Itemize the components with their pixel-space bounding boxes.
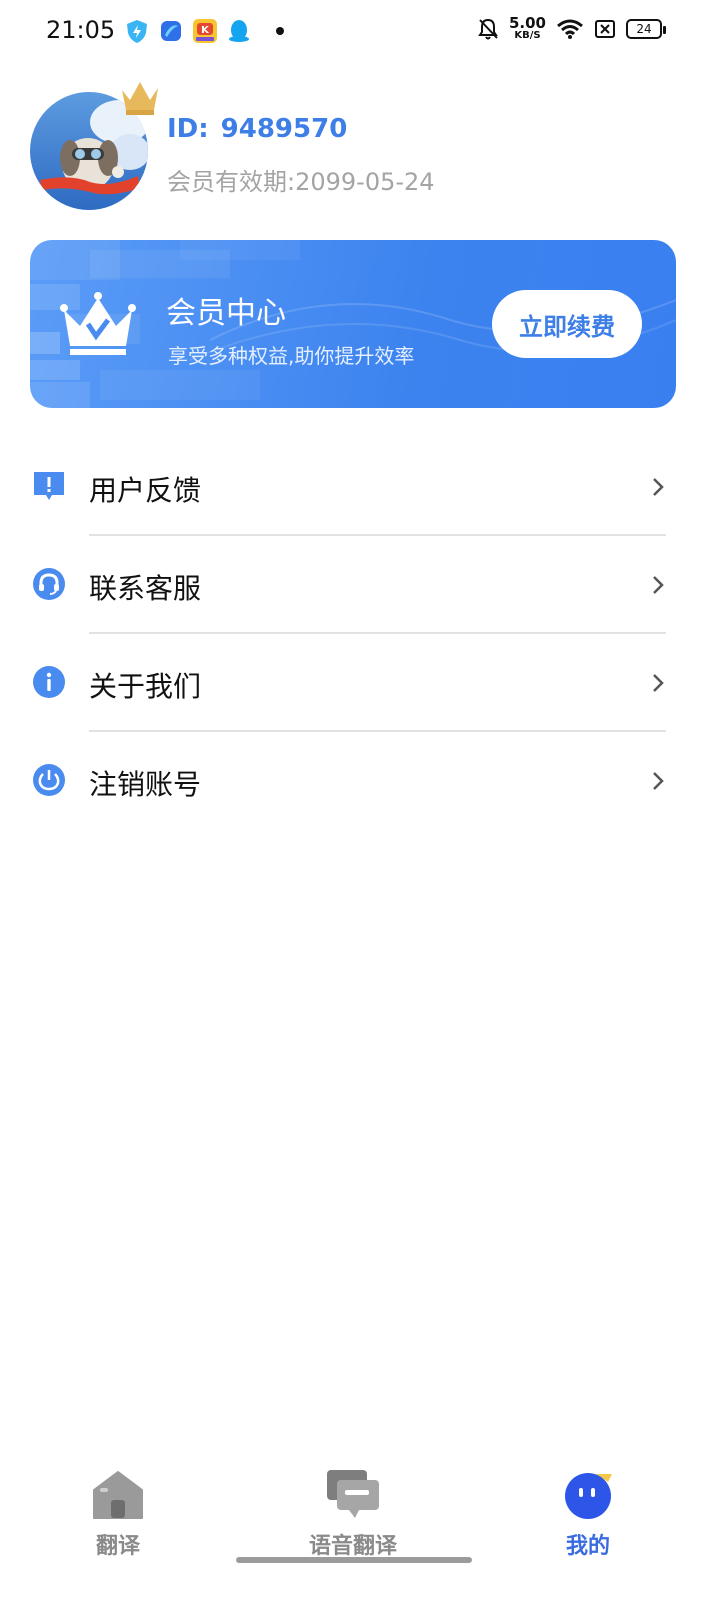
member-center-title: 会员中心 [166, 296, 286, 331]
home-indicator[interactable] [236, 1557, 472, 1563]
battery-level: 24 [636, 21, 652, 36]
menu-item-feedback[interactable]: 用户反馈 [0, 438, 720, 536]
chevron-right-icon [653, 576, 664, 594]
sim-off-icon [595, 19, 615, 38]
network-speed-unit: KB/S [514, 30, 541, 41]
menu-item-customer-service[interactable]: 联系客服 [0, 536, 720, 634]
bell-muted-icon [478, 18, 498, 39]
status-time: 21:05 [46, 16, 116, 44]
settings-menu: 用户反馈 联系客服 关于我们 注销账号 [0, 438, 720, 830]
member-center-card[interactable]: 会员中心 享受多种权益,助你提升效率 立即续费 [30, 240, 676, 408]
nav-tab-label: 语音翻译 [308, 1534, 397, 1559]
status-system-icons: 5.00 KB/S 24 [477, 16, 666, 41]
profile-face-icon [565, 1473, 612, 1519]
bottom-nav: 翻译 语音翻译 我的 [0, 1460, 720, 1600]
crown-badge-icon [122, 82, 158, 115]
nav-tab-label: 我的 [565, 1534, 610, 1559]
menu-item-label: 联系客服 [89, 572, 202, 605]
member-center-subtitle: 享受多种权益,助你提升效率 [168, 344, 415, 368]
nav-tab-mine[interactable]: 我的 [518, 1460, 658, 1560]
qq-icon [229, 20, 249, 42]
nav-tab-translate[interactable]: 翻译 [48, 1460, 188, 1560]
membership-expiry: 会员有效期:2099-05-24 [167, 168, 435, 196]
network-speed-value: 5.00 [508, 14, 546, 32]
nav-tab-voice-translate[interactable]: 语音翻译 [283, 1460, 423, 1560]
blue-app-icon [161, 21, 181, 41]
user-id-label: ID: [167, 114, 209, 144]
notification-dot [276, 27, 284, 35]
battery-icon: 24 [626, 18, 666, 39]
chevron-right-icon [653, 674, 664, 692]
user-id-value: 9489570 [220, 114, 348, 144]
member-crown-icon [60, 292, 136, 355]
svg-text:K: K [201, 25, 210, 36]
profile-header: ID: 9489570 会员有效期:2099-05-24 [30, 82, 690, 212]
home-icon [93, 1471, 143, 1519]
info-icon [33, 666, 65, 698]
network-speed: 5.00 KB/S [509, 16, 546, 41]
renew-button[interactable]: 立即续费 [492, 290, 642, 358]
chevron-right-icon [653, 478, 664, 496]
chat-icon [327, 1470, 379, 1518]
menu-item-label: 注销账号 [89, 768, 202, 801]
chevron-right-icon [653, 772, 664, 790]
status-app-icons: K [124, 18, 284, 44]
headset-icon [33, 568, 65, 600]
menu-item-delete-account[interactable]: 注销账号 [0, 732, 720, 830]
menu-item-label: 关于我们 [89, 670, 202, 703]
user-id: ID: 9489570 [167, 114, 347, 144]
wifi-icon [557, 19, 583, 39]
nav-tab-label: 翻译 [95, 1534, 140, 1559]
power-icon [33, 764, 65, 796]
feedback-icon [34, 472, 64, 500]
status-bar: 21:05 K 5.00 KB/S 24 [0, 0, 720, 64]
menu-item-label: 用户反馈 [89, 474, 202, 507]
game-app-icon: K [193, 19, 217, 43]
menu-item-about-us[interactable]: 关于我们 [0, 634, 720, 732]
shield-app-icon [127, 20, 147, 43]
